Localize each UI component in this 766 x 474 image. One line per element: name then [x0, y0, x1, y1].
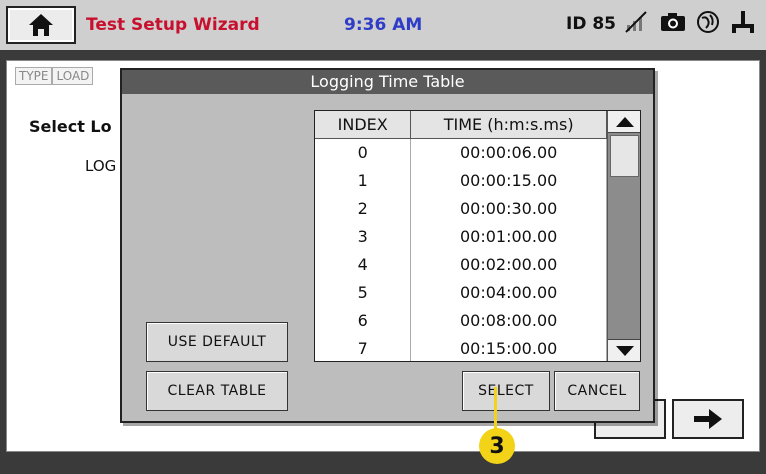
- table-row[interactable]: 2 00:00:30.00: [315, 194, 607, 222]
- index-cell: 4: [315, 250, 412, 278]
- time-cell: 00:04:00.00: [410, 278, 607, 306]
- scroll-down-button[interactable]: [608, 339, 640, 361]
- wizard-tabs: TYPE LOAD: [15, 67, 94, 85]
- cancel-button[interactable]: CANCEL: [554, 371, 640, 411]
- time-cell: 00:00:06.00: [410, 138, 607, 166]
- index-cell: 6: [315, 306, 412, 334]
- tab-load[interactable]: LOAD: [52, 67, 94, 85]
- triangle-up-icon: [615, 116, 634, 127]
- time-cell: 00:00:30.00: [410, 194, 607, 222]
- column-header-time: TIME (h:m:s.ms): [410, 111, 607, 139]
- network-globe-icon: [697, 11, 719, 33]
- select-button[interactable]: SELECT: [462, 371, 550, 411]
- time-table: INDEX TIME (h:m:s.ms) 0 00:00:06.00 1 00:0…: [314, 110, 641, 362]
- tab-type[interactable]: TYPE: [15, 67, 53, 85]
- time-cell: 00:15:00.00: [410, 334, 607, 361]
- table-row[interactable]: 7 00:15:00.00: [315, 334, 607, 361]
- home-button[interactable]: [6, 6, 76, 44]
- index-cell: 0: [315, 138, 412, 166]
- scroll-thumb[interactable]: [610, 135, 639, 177]
- table-row[interactable]: 5 00:04:00.00: [315, 278, 607, 306]
- scroll-up-button[interactable]: [608, 111, 640, 133]
- column-header-index: INDEX: [315, 111, 412, 139]
- logging-field-label: LOG: [85, 157, 117, 175]
- table-row[interactable]: 3 00:01:00.00: [315, 222, 607, 250]
- table-row[interactable]: 1 00:00:15.00: [315, 166, 607, 194]
- home-icon: [29, 14, 53, 36]
- use-default-button[interactable]: USE DEFAULT: [146, 322, 288, 362]
- time-cell: 00:01:00.00: [410, 222, 607, 250]
- index-cell: 2: [315, 194, 412, 222]
- clock: 9:36 AM: [344, 15, 423, 35]
- time-cell: 00:08:00.00: [410, 306, 607, 334]
- title-bar: Test Setup Wizard 9:36 AM ID 85: [0, 0, 766, 50]
- select-logging-heading: Select Lo: [29, 117, 112, 136]
- time-cell: 00:00:15.00: [410, 166, 607, 194]
- next-button[interactable]: [672, 399, 744, 439]
- status-icons: [624, 10, 756, 34]
- table-row[interactable]: 0 00:00:06.00: [315, 138, 607, 166]
- triangle-down-icon: [615, 345, 634, 356]
- no-signal-icon: [625, 11, 647, 33]
- index-cell: 3: [315, 222, 412, 250]
- camera-icon: [661, 13, 685, 31]
- index-cell: 1: [315, 166, 412, 194]
- logging-time-table-dialog: Logging Time Table INDEX TIME (h:m:s.ms)…: [120, 68, 655, 423]
- callout-badge: 3: [479, 428, 515, 464]
- table-row[interactable]: 4 00:02:00.00: [315, 250, 607, 278]
- device-id: ID 85: [566, 14, 617, 34]
- index-cell: 5: [315, 278, 412, 306]
- usb-icon: [732, 11, 754, 33]
- dialog-title: Logging Time Table: [122, 70, 653, 94]
- table-row[interactable]: 6 00:08:00.00: [315, 306, 607, 334]
- index-cell: 7: [315, 334, 412, 361]
- time-cell: 00:02:00.00: [410, 250, 607, 278]
- clear-table-button[interactable]: CLEAR TABLE: [146, 371, 288, 411]
- table-scrollbar[interactable]: [607, 111, 640, 361]
- app-title: Test Setup Wizard: [86, 15, 260, 35]
- arrow-right-icon: [694, 409, 722, 429]
